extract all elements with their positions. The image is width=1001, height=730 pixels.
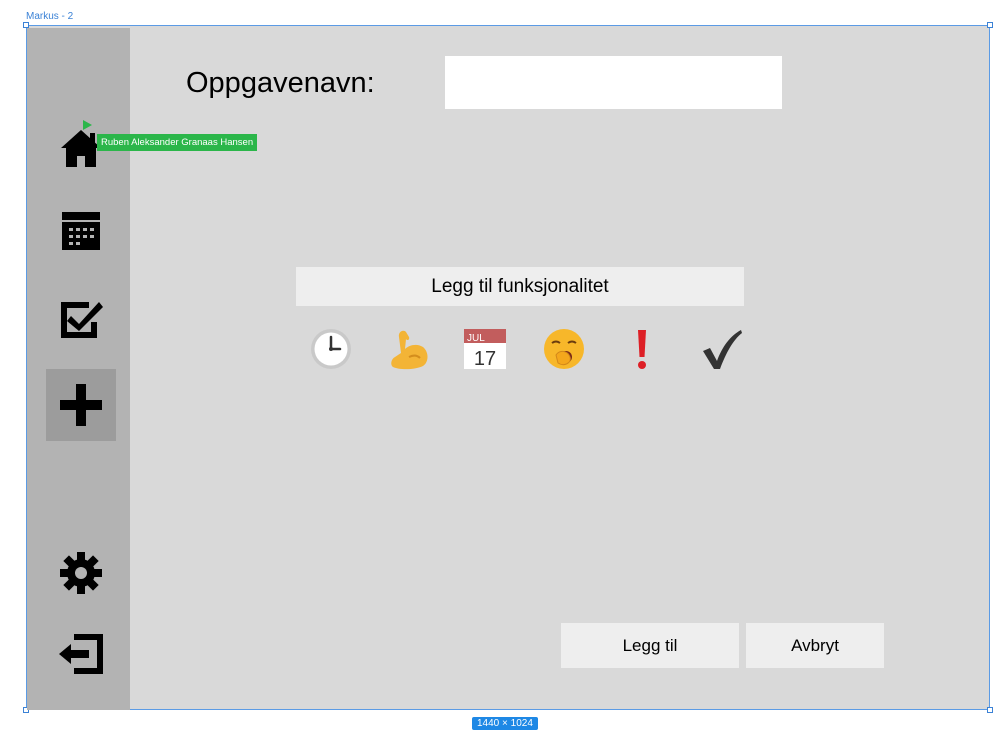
exclamation-icon	[638, 330, 646, 369]
calendar-date-icon: JUL 17	[464, 329, 506, 370]
collaborator-cursor-icon	[83, 120, 92, 130]
collaborator-tag: Ruben Aleksander Granaas Hansen	[97, 134, 258, 151]
feature-clock[interactable]	[308, 326, 354, 372]
flexed-biceps-icon	[391, 330, 428, 370]
calendar-month: JUL	[467, 333, 485, 344]
task-name-label: Oppgavenavn:	[186, 67, 375, 99]
logout-icon	[59, 634, 103, 674]
checkmark-icon	[703, 330, 742, 369]
yawning-face-icon	[544, 329, 584, 369]
feature-strength[interactable]	[386, 326, 432, 372]
home-icon	[61, 130, 101, 167]
nav-settings[interactable]	[46, 537, 116, 609]
feature-tired[interactable]	[541, 326, 587, 372]
add-feature-button[interactable]: Legg til funksjonalitet	[296, 267, 744, 306]
frame-label[interactable]: Markus - 2	[26, 11, 73, 22]
resize-handle-bottom-right[interactable]	[987, 707, 993, 713]
nav-add[interactable]	[46, 369, 116, 441]
calendar-day: 17	[474, 348, 496, 370]
task-name-input[interactable]	[445, 56, 782, 109]
artboard: Oppgavenavn: Ruben Aleksander Granaas Ha…	[23, 22, 993, 713]
feature-important[interactable]	[619, 326, 665, 372]
resize-handle-top-right[interactable]	[987, 22, 993, 28]
plus-icon	[60, 384, 102, 426]
add-button[interactable]: Legg til	[561, 623, 739, 668]
calendar-icon	[62, 212, 100, 250]
nav-calendar[interactable]	[46, 195, 116, 267]
feature-date[interactable]: JUL 17	[462, 326, 508, 372]
sidebar	[27, 28, 130, 710]
checkbox-icon	[61, 302, 103, 338]
clock-icon	[311, 329, 351, 369]
nav-logout[interactable]	[46, 618, 116, 690]
feature-done[interactable]	[699, 326, 745, 372]
nav-tasks[interactable]	[46, 283, 116, 355]
gear-icon	[60, 552, 102, 594]
cancel-button[interactable]: Avbryt	[746, 623, 884, 668]
frame-dimensions-badge: 1440 × 1024	[472, 717, 538, 730]
